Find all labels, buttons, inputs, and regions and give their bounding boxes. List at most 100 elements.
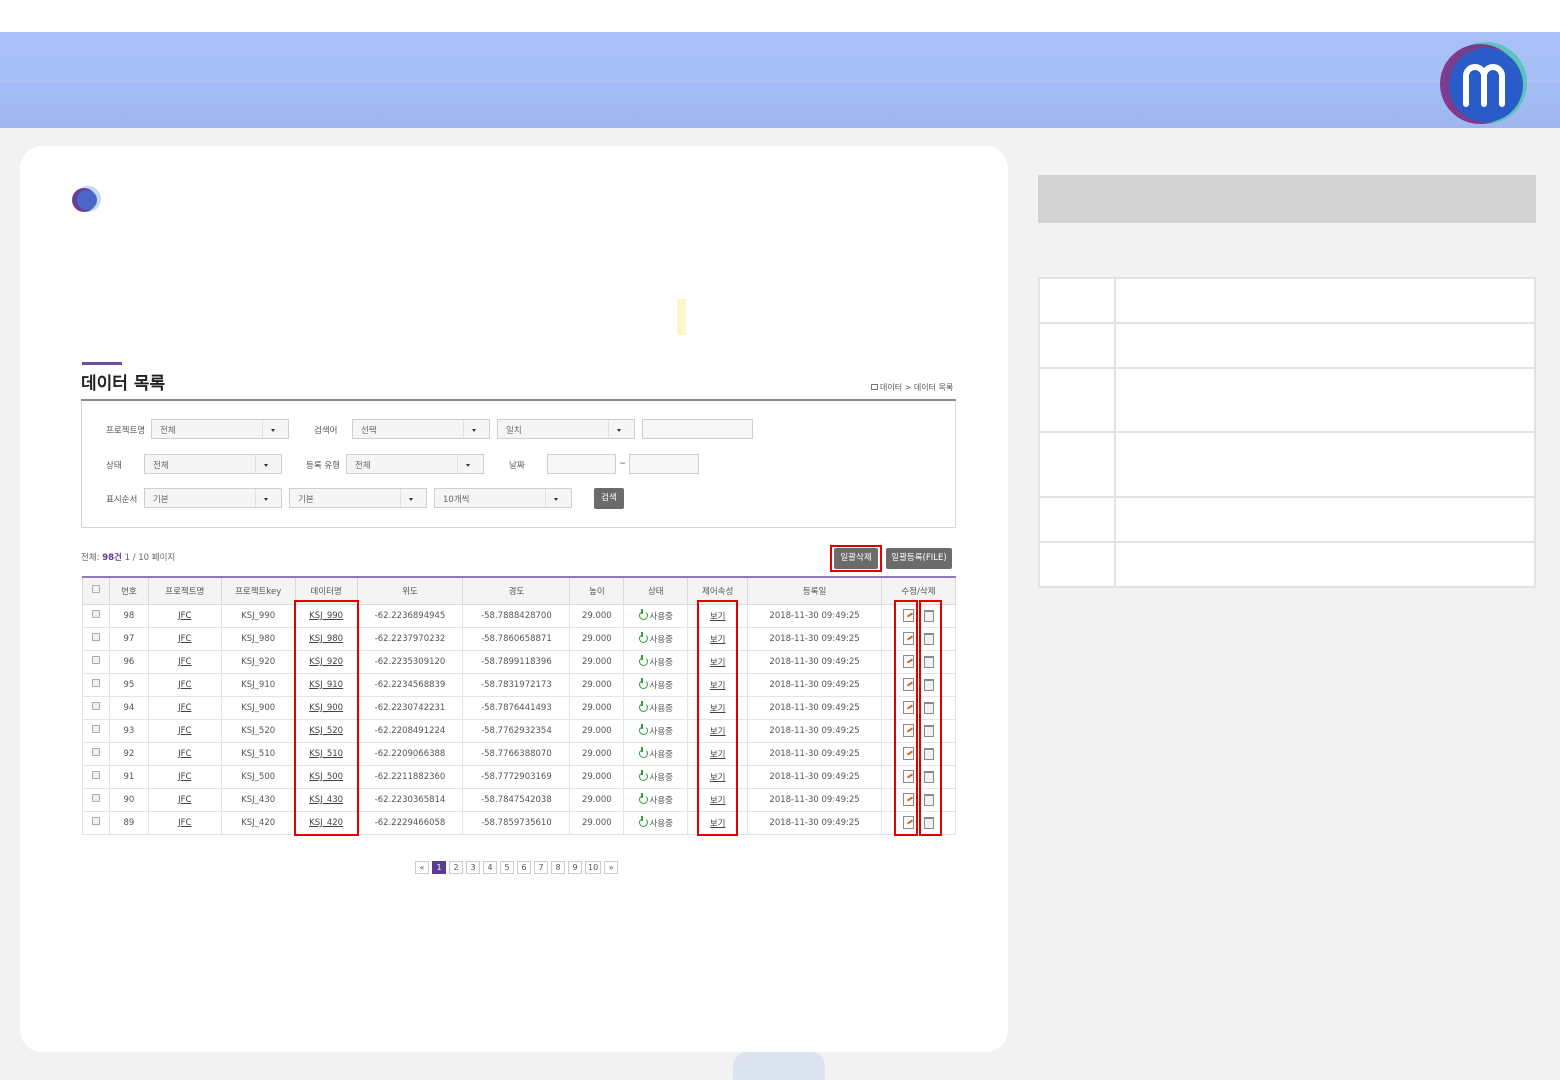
page-link[interactable]: 9: [568, 861, 582, 874]
altitude: 29.000: [569, 626, 625, 651]
page-link[interactable]: 3: [466, 861, 480, 874]
power-icon: [638, 769, 648, 781]
highlight-box: [919, 600, 942, 836]
page-link[interactable]: 10: [585, 861, 602, 874]
keyword-label: 검색어: [314, 426, 338, 436]
page-size-select[interactable]: 10개씩: [434, 488, 572, 508]
status-text: 사용중: [649, 749, 673, 760]
status-text: 사용중: [649, 795, 673, 806]
altitude: 29.000: [569, 764, 625, 789]
project-link[interactable]: JFC: [147, 626, 222, 651]
table-row: 93 JFC KSJ_520 KSJ_520 -62.2208491224 -58.776…: [82, 718, 956, 743]
bullet-icon: [72, 186, 101, 212]
end-date-input[interactable]: [629, 454, 699, 474]
project-link[interactable]: JFC: [147, 649, 222, 674]
latitude: -62.2236894945: [356, 603, 464, 628]
order-select-1[interactable]: 기본: [144, 488, 282, 508]
chevron-down-icon: [400, 489, 422, 507]
power-icon: [638, 677, 648, 689]
start-date-input[interactable]: [547, 454, 616, 474]
longitude: -58.7762932354: [462, 718, 571, 743]
page-link[interactable]: 7: [534, 861, 548, 874]
row-checkbox[interactable]: [91, 702, 100, 710]
chevron-down-icon: [608, 420, 630, 438]
page-link[interactable]: 8: [551, 861, 565, 874]
project-link[interactable]: JFC: [147, 787, 222, 812]
row-number: 94: [108, 695, 149, 720]
table-row: 97 JFC KSJ_980 KSJ_980 -62.2237970232 -58.786…: [82, 626, 956, 651]
project-link[interactable]: JFC: [147, 672, 222, 697]
registered-date: 2018-11-30 09:49:25: [747, 626, 883, 651]
project-link[interactable]: JFC: [147, 741, 222, 766]
side-header-bar: [1038, 175, 1536, 223]
row-checkbox[interactable]: [91, 633, 100, 641]
page-link[interactable]: «: [415, 861, 429, 874]
status-select[interactable]: 전체: [144, 454, 282, 474]
altitude: 29.000: [569, 718, 625, 743]
keyword-input[interactable]: [642, 419, 753, 439]
date-label: 날짜: [509, 461, 525, 471]
project-link[interactable]: JFC: [147, 718, 222, 743]
table-row: 96 JFC KSJ_920 KSJ_920 -62.2235309120 -58.789…: [82, 649, 956, 674]
registered-date: 2018-11-30 09:49:25: [747, 741, 883, 766]
page-link[interactable]: 1: [432, 861, 446, 874]
altitude: 29.000: [569, 741, 625, 766]
reg-type-select[interactable]: 전체: [346, 454, 484, 474]
latitude: -62.2234568839: [356, 672, 464, 697]
status-text: 사용중: [649, 772, 673, 783]
header-band: [0, 32, 1560, 128]
table-row: 95 JFC KSJ_910 KSJ_910 -62.2234568839 -58.783…: [82, 672, 956, 697]
table-row: 98 JFC KSJ_990 KSJ_990 -62.2236894945 -58.788…: [82, 603, 956, 628]
side-table: [1038, 277, 1536, 588]
row-checkbox[interactable]: [91, 771, 100, 779]
page-link[interactable]: 6: [517, 861, 531, 874]
column-header: 경도: [462, 576, 571, 605]
keyword-type-select[interactable]: 선택: [352, 419, 490, 439]
longitude: -58.7899118396: [462, 649, 571, 674]
project-link[interactable]: JFC: [147, 603, 222, 628]
page-link[interactable]: 5: [500, 861, 514, 874]
row-number: 96: [108, 649, 149, 674]
bulk-register-button[interactable]: 일괄등록(FILE): [886, 548, 952, 569]
altitude: 29.000: [569, 649, 625, 674]
bottom-tab[interactable]: [733, 1052, 825, 1080]
row-checkbox[interactable]: [91, 610, 100, 618]
row-checkbox[interactable]: [91, 679, 100, 687]
row-number: 97: [108, 626, 149, 651]
altitude: 29.000: [569, 810, 625, 835]
page-link[interactable]: 4: [483, 861, 497, 874]
project-key: KSJ_430: [220, 787, 296, 812]
project-link[interactable]: JFC: [147, 764, 222, 789]
project-link[interactable]: JFC: [147, 810, 222, 835]
latitude: -62.2229466058: [356, 810, 464, 835]
row-number: 93: [108, 718, 149, 743]
row-checkbox[interactable]: [91, 725, 100, 733]
longitude: -58.7888428700: [462, 603, 571, 628]
match-select[interactable]: 일치: [497, 419, 635, 439]
status-label: 상태: [106, 461, 122, 471]
registered-date: 2018-11-30 09:49:25: [747, 810, 883, 835]
power-icon: [638, 792, 648, 804]
page-link[interactable]: »: [604, 861, 619, 874]
select-all-cell: [82, 576, 110, 605]
project-select[interactable]: 전체: [151, 419, 289, 439]
longitude: -58.7876441493: [462, 695, 571, 720]
project-link[interactable]: JFC: [147, 695, 222, 720]
row-number: 91: [108, 764, 149, 789]
latitude: -62.2208491224: [356, 718, 464, 743]
latitude: -62.2230742231: [356, 695, 464, 720]
row-checkbox[interactable]: [91, 817, 100, 825]
column-header: 프로젝트key: [220, 576, 296, 605]
page-link[interactable]: 2: [449, 861, 463, 874]
row-checkbox[interactable]: [91, 794, 100, 802]
search-button[interactable]: 검색: [594, 488, 624, 509]
row-checkbox[interactable]: [91, 748, 100, 756]
select-all-checkbox[interactable]: [91, 585, 100, 594]
registered-date: 2018-11-30 09:49:25: [747, 764, 883, 789]
project-key: KSJ_990: [220, 603, 296, 628]
power-icon: [638, 654, 648, 666]
order-select-2[interactable]: 기본: [289, 488, 427, 508]
chevron-down-icon: [255, 455, 277, 473]
row-checkbox[interactable]: [91, 656, 100, 664]
column-header: 상태: [623, 576, 689, 605]
